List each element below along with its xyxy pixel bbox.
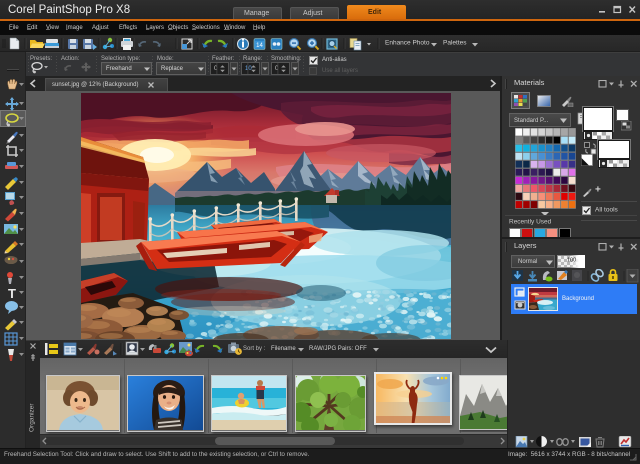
svg-text:14: 14 (256, 43, 263, 49)
svg-text:T: T (8, 286, 16, 301)
